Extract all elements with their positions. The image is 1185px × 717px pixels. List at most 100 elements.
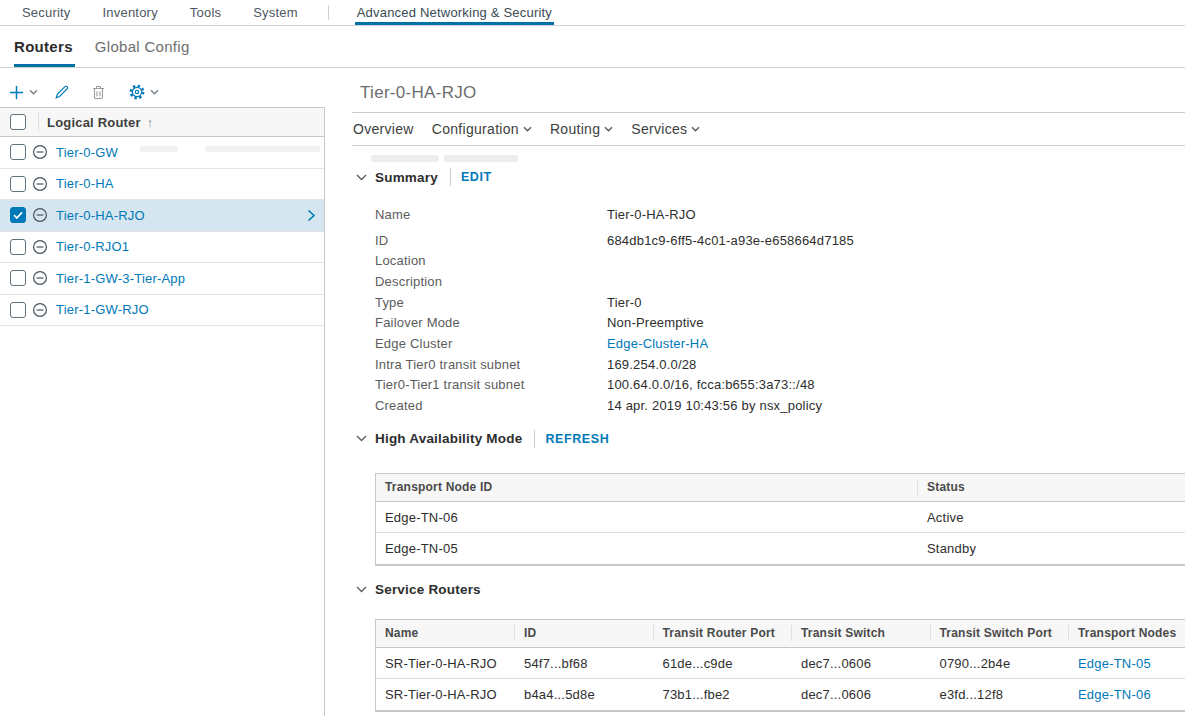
router-grid-header: Logical Router ↑ xyxy=(0,108,324,137)
router-link[interactable]: Tier-1-GW-3-Tier-App xyxy=(56,271,185,286)
router-row-tier-0-rjo1[interactable]: Tier-0-RJO1 xyxy=(0,232,324,264)
column-header-transport-nodes[interactable]: Transport Nodes xyxy=(1069,626,1185,640)
ha-table: Transport Node IDStatusEdge-TN-06ActiveE… xyxy=(375,473,1185,566)
edit-button[interactable]: EDIT xyxy=(461,170,492,184)
field-row-edge-cluster: Edge ClusterEdge-Cluster-HA xyxy=(375,333,1185,354)
router-row-tier-0-ha-rjo[interactable]: Tier-0-HA-RJO xyxy=(0,200,324,232)
column-header-transit-switch[interactable]: Transit Switch xyxy=(792,626,931,640)
edit-button[interactable] xyxy=(54,84,70,100)
top-nav-item-tools[interactable]: Tools xyxy=(188,0,223,25)
refresh-button[interactable]: REFRESH xyxy=(545,432,609,446)
row-checkbox[interactable] xyxy=(10,176,26,192)
top-nav-item-security[interactable]: Security xyxy=(20,0,73,25)
router-list: Tier-0-GW Tier-0-HA Tier-0-HA-RJO Tier-0-RJ… xyxy=(0,137,324,326)
section-divider xyxy=(450,168,451,186)
transport-node-link[interactable]: Edge-TN-05 xyxy=(1069,656,1185,671)
table-row: Edge-TN-06Active xyxy=(376,502,1185,534)
summary-section-header: Summary EDIT xyxy=(356,167,1185,187)
router-link[interactable]: Tier-0-RJO1 xyxy=(56,239,129,254)
top-nav-item-inventory[interactable]: Inventory xyxy=(101,0,160,25)
top-nav-item-system[interactable]: System xyxy=(251,0,300,25)
select-all-checkbox[interactable] xyxy=(10,114,26,130)
top-nav-item-advanced-networking-security[interactable]: Advanced Networking & Security xyxy=(355,0,554,25)
table-row: Edge-TN-05Standby xyxy=(376,533,1185,565)
column-header-name[interactable]: Name xyxy=(376,626,515,640)
table-cell: 0790...2b4e xyxy=(931,656,1070,671)
body: Logical Router ↑ Tier-0-GWTier-0-HATier-… xyxy=(0,68,1185,716)
router-link[interactable]: Tier-1-GW-RJO xyxy=(56,302,149,317)
detail-tab-overview[interactable]: Overview xyxy=(353,121,414,137)
router-row-tier-0-gw[interactable]: Tier-0-GW xyxy=(0,137,324,169)
caret-down-icon[interactable] xyxy=(29,89,38,95)
tab-label: Configuration xyxy=(432,121,519,137)
table-cell: dec7...0606 xyxy=(792,656,931,671)
column-header-id[interactable]: ID xyxy=(515,626,654,640)
column-header-transit-switch-port[interactable]: Transit Switch Port xyxy=(931,626,1070,640)
router-row-tier-1-gw-3-tier-app[interactable]: Tier-1-GW-3-Tier-App xyxy=(0,263,324,295)
field-label: Created xyxy=(375,398,607,413)
exclude-icon[interactable] xyxy=(32,144,48,160)
router-link[interactable]: Tier-0-HA-RJO xyxy=(56,208,145,223)
router-row-tier-1-gw-rjo[interactable]: Tier-1-GW-RJO xyxy=(0,295,324,327)
table-header-row: NameIDTransit Router PortTransit SwitchT… xyxy=(376,620,1185,648)
exclude-icon[interactable] xyxy=(32,176,48,192)
exclude-icon[interactable] xyxy=(32,207,48,223)
exclude-icon[interactable] xyxy=(32,239,48,255)
detail-tab-services[interactable]: Services xyxy=(631,121,700,137)
router-row-tier-0-ha[interactable]: Tier-0-HA xyxy=(0,169,324,201)
field-label: Type xyxy=(375,295,607,310)
column-header-transport-node-id[interactable]: Transport Node ID xyxy=(376,480,918,494)
exclude-icon[interactable] xyxy=(32,270,48,286)
settings-button[interactable] xyxy=(129,84,159,100)
render-artifact xyxy=(371,155,439,162)
service-routers-section-header: Service Routers xyxy=(356,580,1185,600)
field-value[interactable]: Edge-Cluster-HA xyxy=(607,336,708,351)
tab-global-config[interactable]: Global Config xyxy=(95,26,190,67)
table-cell: SR-Tier-0-HA-RJO xyxy=(376,656,515,671)
column-header-transit-router-port[interactable]: Transit Router Port xyxy=(654,626,793,640)
render-artifact xyxy=(444,155,518,162)
row-checkbox[interactable] xyxy=(10,302,26,318)
table-header-row: Transport Node IDStatus xyxy=(376,474,1185,502)
tab-label: Overview xyxy=(353,121,414,137)
top-nav: Security Inventory Tools System Advanced Net… xyxy=(0,0,1185,26)
section-divider xyxy=(534,430,535,448)
tab-routers[interactable]: Routers xyxy=(14,26,73,67)
trash-icon xyxy=(91,84,106,100)
collapse-chevron-icon[interactable] xyxy=(356,435,367,442)
row-checkbox[interactable] xyxy=(10,207,26,223)
detail-tab-configuration[interactable]: Configuration xyxy=(432,121,532,137)
sidebar: Logical Router ↑ Tier-0-GWTier-0-HATier-… xyxy=(0,68,325,716)
field-row-name: NameTier-0-HA-RJO xyxy=(375,204,1185,225)
sort-asc-icon[interactable]: ↑ xyxy=(147,115,154,130)
field-label: ID xyxy=(375,233,607,248)
plus-icon xyxy=(9,85,24,100)
collapse-chevron-icon[interactable] xyxy=(356,586,367,593)
field-label: Failover Mode xyxy=(375,315,607,330)
collapse-chevron-icon[interactable] xyxy=(356,174,367,181)
row-checkbox[interactable] xyxy=(10,144,26,160)
page-title-wrap: Tier-0-HA-RJO xyxy=(352,68,1185,113)
header-divider xyxy=(38,113,39,131)
caret-down-icon[interactable] xyxy=(150,89,159,95)
transport-node-link[interactable]: Edge-TN-06 xyxy=(1069,687,1185,702)
row-checkbox[interactable] xyxy=(10,239,26,255)
ha-section-title: High Availability Mode xyxy=(375,431,522,446)
add-button[interactable] xyxy=(9,85,38,100)
row-checkbox[interactable] xyxy=(10,270,26,286)
summary-fields: NameTier-0-HA-RJOID684db1c9-6ff5-4c01-a9… xyxy=(356,204,1185,416)
caret-down-icon xyxy=(691,126,700,132)
router-link[interactable]: Tier-0-HA xyxy=(56,176,114,191)
exclude-icon[interactable] xyxy=(32,302,48,318)
render-artifact xyxy=(205,146,320,152)
field-label: Edge Cluster xyxy=(375,336,607,351)
table-cell: 73b1...fbe2 xyxy=(654,687,793,702)
service-routers-table: NameIDTransit Router PortTransit SwitchT… xyxy=(375,619,1185,712)
field-row-tier0-tier1-transit-subnet: Tier0-Tier1 transit subnet100.64.0.0/16,… xyxy=(375,375,1185,396)
column-header-status[interactable]: Status xyxy=(918,480,1185,494)
gear-icon xyxy=(129,84,145,100)
caret-down-icon xyxy=(523,126,532,132)
router-link[interactable]: Tier-0-GW xyxy=(56,145,118,160)
column-header-logical-router[interactable]: Logical Router xyxy=(47,115,141,130)
detail-tab-routing[interactable]: Routing xyxy=(550,121,613,137)
